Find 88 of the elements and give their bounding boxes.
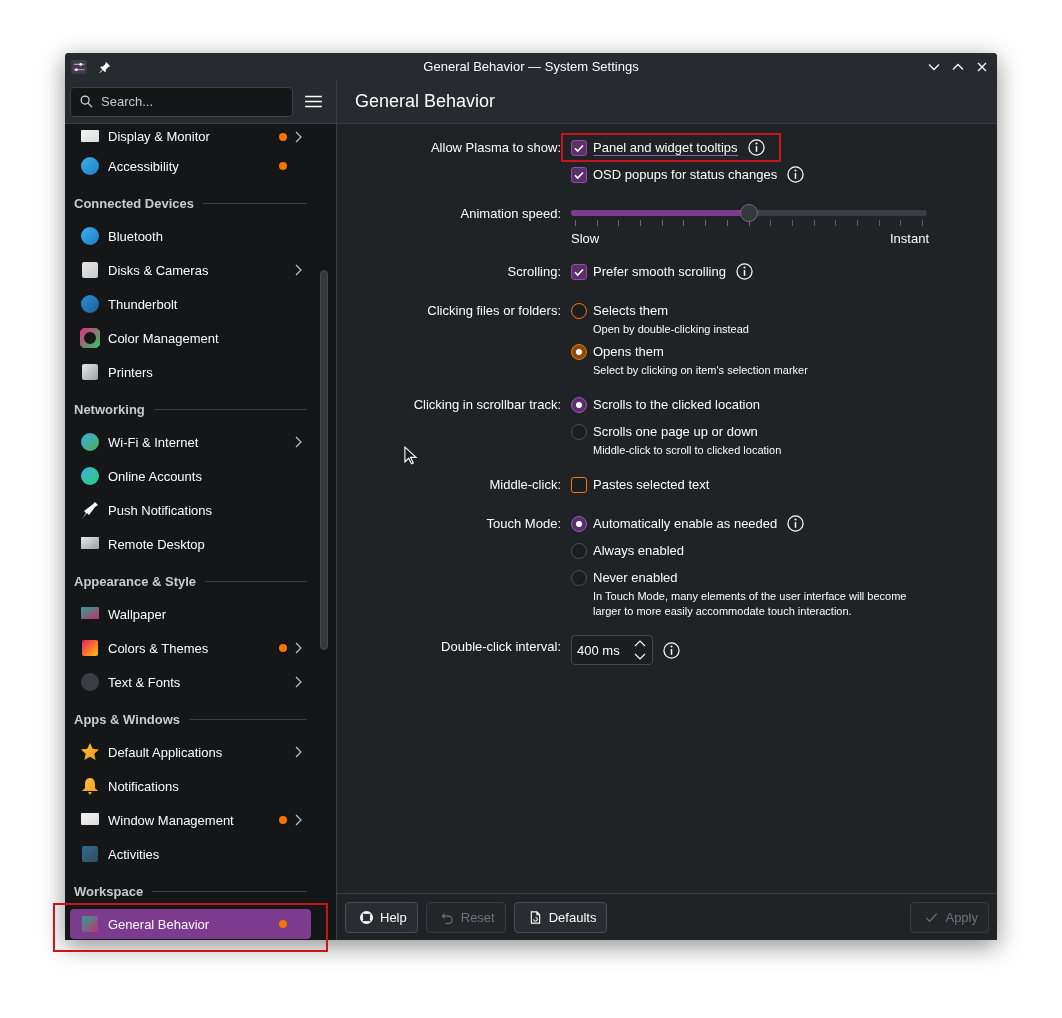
- info-icon[interactable]: [787, 515, 805, 532]
- form-label: Clicking in scrollbar track:: [413, 396, 561, 414]
- search-icon: [80, 95, 93, 108]
- radio-label[interactable]: Scrolls one page up or down: [593, 424, 758, 439]
- sidebar-item[interactable]: Bluetooth: [70, 219, 311, 253]
- sidebar-item[interactable]: Display & Monitor: [70, 124, 311, 149]
- bell-icon: [80, 776, 100, 796]
- palette-icon: [80, 638, 100, 658]
- spin-box[interactable]: 400 ms: [571, 635, 653, 665]
- window-title: General Behavior — System Settings: [423, 59, 639, 74]
- slider-handle[interactable]: [740, 204, 758, 222]
- radio-label[interactable]: Automatically enable as needed: [593, 516, 778, 531]
- option-hint: Select by clicking on item's selection marker: [592, 363, 809, 377]
- spin-arrows-icon[interactable]: [634, 639, 646, 661]
- form-label: Double-click interval:: [441, 638, 561, 656]
- sidebar-item[interactable]: Activities: [70, 837, 311, 871]
- sidebar-item[interactable]: Disks & Cameras: [70, 253, 311, 287]
- form-label: Middle-click:: [489, 476, 561, 494]
- sidebar-item[interactable]: Push Notifications: [70, 493, 311, 527]
- sidebar-item[interactable]: Printers: [70, 355, 311, 389]
- footer-button[interactable]: Defaults: [513, 901, 608, 933]
- checkbox-label[interactable]: Panel and widget tooltips: [593, 139, 738, 156]
- sidebar-item[interactable]: Remote Desktop: [70, 527, 311, 561]
- sidebar-item[interactable]: Online Accounts: [70, 459, 311, 493]
- radio-button[interactable]: [571, 542, 587, 559]
- radio-button[interactable]: [571, 343, 587, 360]
- info-icon[interactable]: [735, 263, 753, 280]
- sidebar-item[interactable]: Accessibility: [70, 149, 311, 183]
- sidebar-item[interactable]: Text & Fonts: [70, 665, 311, 699]
- form-label: Allow Plasma to show:: [430, 139, 561, 157]
- option-hint: Middle-click to scroll to clicked location: [592, 443, 783, 457]
- radio-label[interactable]: Scrolls to the clicked location: [593, 397, 760, 412]
- sidebar-item[interactable]: Window Management: [70, 803, 311, 837]
- checkbox[interactable]: [571, 139, 587, 156]
- section-heading: Connected Devices: [74, 195, 194, 211]
- page-title: General Behavior: [355, 91, 496, 112]
- info-icon[interactable]: [747, 139, 765, 156]
- star-icon: [80, 742, 100, 762]
- search-field[interactable]: Search...: [70, 86, 293, 117]
- radio-label[interactable]: Always enabled: [593, 543, 685, 558]
- scrollbar-thumb[interactable]: [320, 270, 328, 650]
- form-label: Animation speed:: [460, 205, 561, 223]
- sidebar-item[interactable]: Color Management: [70, 321, 311, 355]
- menu-icon[interactable]: [305, 95, 322, 108]
- sidebar-item[interactable]: Notifications: [70, 769, 311, 803]
- sidebar-item[interactable]: General Behavior: [70, 909, 311, 939]
- info-icon[interactable]: [663, 641, 680, 659]
- info-icon[interactable]: [787, 166, 805, 183]
- sidebar-item[interactable]: Default Applications: [70, 735, 311, 769]
- maximize-icon[interactable]: [952, 61, 964, 72]
- radio-label[interactable]: Never enabled: [593, 570, 678, 585]
- document-icon: [528, 910, 542, 924]
- option-note: In Touch Mode, many elements of the user interface will become larger to more easily accommodate touch interaction.: [592, 589, 908, 619]
- radio-button[interactable]: [571, 569, 587, 586]
- section-heading: Appearance & Style: [74, 573, 197, 589]
- sidebar-item[interactable]: Wi-Fi & Internet: [70, 425, 311, 459]
- slider-min-label: Slow: [571, 231, 600, 246]
- radio-button[interactable]: [571, 515, 587, 532]
- section-heading: Workspace: [74, 883, 144, 899]
- checkbox-label[interactable]: Pastes selected text: [593, 477, 710, 492]
- checkbox[interactable]: [571, 263, 587, 280]
- checkbox-label[interactable]: Prefer smooth scrolling: [593, 264, 726, 279]
- checkbox-label[interactable]: OSD popups for status changes: [593, 167, 778, 182]
- footer-button[interactable]: Help: [345, 901, 418, 933]
- section-heading: Networking: [74, 401, 145, 417]
- section-heading: Apps & Windows: [74, 711, 181, 727]
- form-label: Touch Mode:: [486, 515, 561, 533]
- checkbox[interactable]: [571, 166, 587, 183]
- sidebar-item[interactable]: Thunderbolt: [70, 287, 311, 321]
- slider[interactable]: [571, 204, 927, 222]
- color-wheel-icon: [80, 328, 100, 348]
- lifebuoy-icon: [360, 910, 373, 924]
- sidebar-item[interactable]: Wallpaper: [70, 597, 311, 631]
- radio-label[interactable]: Opens them: [593, 344, 664, 359]
- checkbox[interactable]: [571, 476, 587, 493]
- form-label: Scrolling:: [507, 263, 561, 281]
- sidebar-item[interactable]: Colors & Themes: [70, 631, 311, 665]
- slider-max-label: Instant: [889, 231, 929, 246]
- form-label: Clicking files or folders:: [427, 302, 561, 320]
- radio-button[interactable]: [571, 302, 587, 319]
- mouse-pointer-icon: [404, 446, 417, 465]
- radio-label[interactable]: Selects them: [593, 303, 669, 318]
- pin-icon[interactable]: [99, 60, 111, 73]
- radio-button[interactable]: [571, 423, 587, 440]
- minimize-icon[interactable]: [928, 61, 940, 72]
- close-icon[interactable]: [976, 61, 988, 72]
- option-hint: Open by double-clicking instead: [592, 322, 750, 336]
- radio-button[interactable]: [571, 396, 587, 413]
